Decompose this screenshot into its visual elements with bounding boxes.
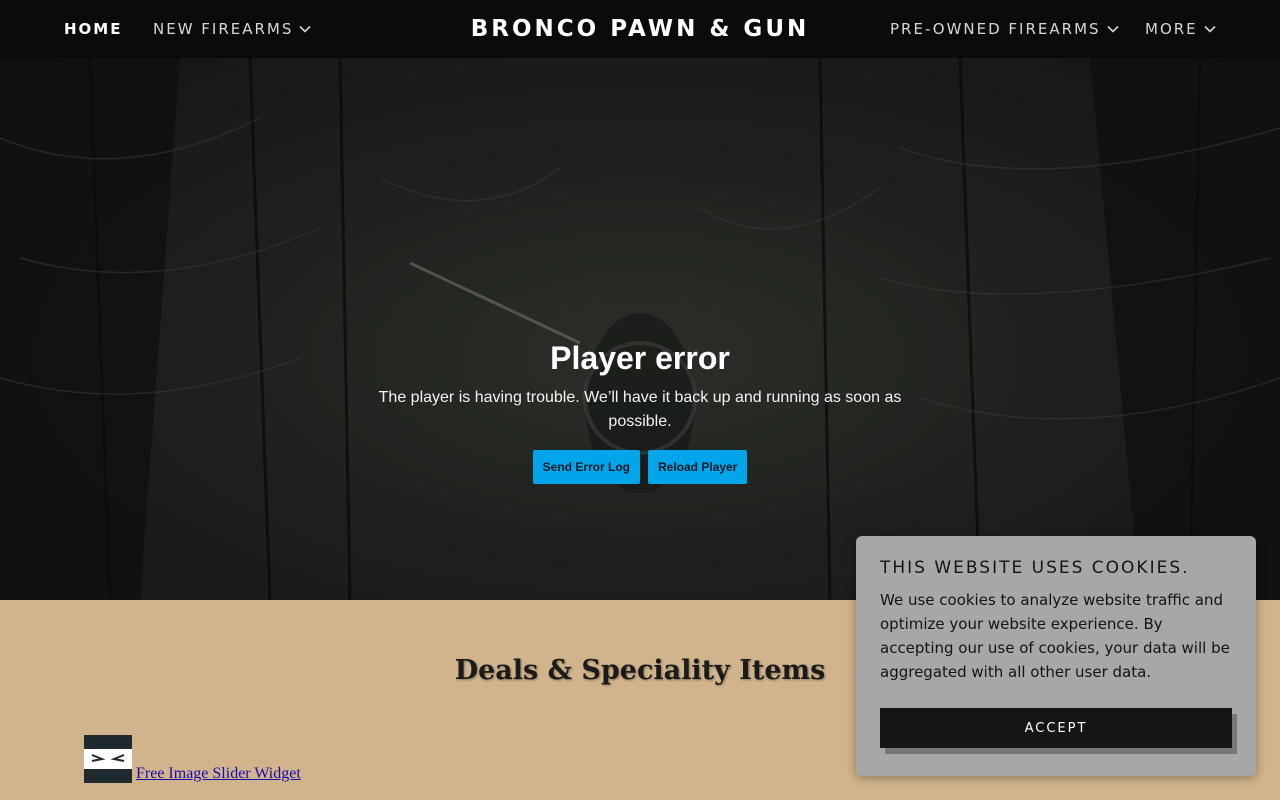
nav-pre-owned-firearms-label: PRE-OWNED FIREARMS [890, 20, 1101, 38]
nav-pre-owned-firearms[interactable]: PRE-OWNED FIREARMS [890, 0, 1119, 58]
player-error-actions: Send Error Log Reload Player [360, 450, 920, 484]
reload-player-button[interactable]: Reload Player [647, 450, 748, 484]
chevron-down-icon [299, 23, 311, 35]
cookie-title: THIS WEBSITE USES COOKIES. [880, 558, 1190, 578]
player-error-message: The player is having trouble. We’ll have… [378, 389, 902, 430]
nav-home[interactable]: HOME [64, 0, 122, 58]
player-error-title: Player error [550, 340, 730, 376]
widget-logo-icon [84, 735, 132, 783]
hero-video-player[interactable]: Player error The player is having troubl… [0, 58, 1280, 600]
cookie-consent-panel: THIS WEBSITE USES COOKIES. We use cookie… [856, 536, 1256, 776]
accept-cookies-button[interactable]: ACCEPT [880, 708, 1232, 748]
widget-link-text[interactable]: Free Image Slider Widget [136, 765, 301, 783]
chevron-down-icon [1204, 23, 1216, 35]
chevron-down-icon [1106, 23, 1119, 35]
nav-more-label: MORE [1145, 20, 1198, 38]
nav-new-firearms-label: NEW FIREARMS [153, 20, 294, 38]
send-error-log-button[interactable]: Send Error Log [532, 450, 640, 484]
image-slider-widget-link[interactable]: Free Image Slider Widget [84, 735, 301, 783]
site-brand[interactable]: BRONCO PAWN & GUN [440, 0, 840, 58]
nav-more[interactable]: MORE [1145, 0, 1216, 58]
cookie-message: We use cookies to analyze website traffi… [880, 591, 1230, 681]
top-navigation-bar: HOME NEW FIREARMS BRONCO PAWN & GUN PRE-… [0, 0, 1280, 58]
nav-home-label: HOME [64, 20, 123, 38]
player-error-panel: Player error The player is having troubl… [360, 340, 920, 484]
nav-new-firearms[interactable]: NEW FIREARMS [153, 0, 311, 58]
